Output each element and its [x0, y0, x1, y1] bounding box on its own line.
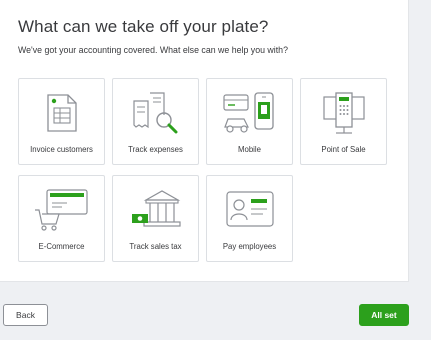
option-label: Pay employees — [222, 242, 277, 251]
option-label: Invoice customers — [30, 145, 93, 154]
id-badge-icon — [225, 191, 274, 227]
back-button[interactable]: Back — [3, 304, 48, 326]
option-label: Track sales tax — [129, 242, 182, 251]
bank-building-icon — [131, 190, 181, 227]
cart-card-icon — [34, 189, 88, 231]
option-mobile[interactable]: Mobile — [206, 78, 293, 165]
option-label: Point of Sale — [321, 145, 366, 154]
receipt-magnifier-icon — [132, 92, 177, 134]
page-title: What can we take off your plate? — [18, 17, 269, 36]
pos-terminal-icon — [322, 92, 365, 134]
option-track-expenses[interactable]: Track expenses — [112, 78, 199, 165]
option-pay-employees[interactable]: Pay employees — [206, 175, 293, 262]
option-invoice-customers[interactable]: Invoice customers — [18, 78, 105, 165]
mobile-icon — [222, 92, 274, 133]
setup-panel: What can we take off your plate? We've g… — [0, 0, 409, 282]
option-label: Track expenses — [128, 145, 183, 154]
option-track-sales-tax[interactable]: Track sales tax — [112, 175, 199, 262]
option-point-of-sale[interactable]: Point of Sale — [300, 78, 387, 165]
option-e-commerce[interactable]: E-Commerce — [18, 175, 105, 262]
all-set-button[interactable]: All set — [359, 304, 409, 326]
option-label: E-Commerce — [38, 242, 85, 251]
invoice-icon — [46, 94, 77, 132]
page-subtitle: We've got your accounting covered. What … — [18, 45, 288, 55]
option-label: Mobile — [238, 145, 261, 154]
